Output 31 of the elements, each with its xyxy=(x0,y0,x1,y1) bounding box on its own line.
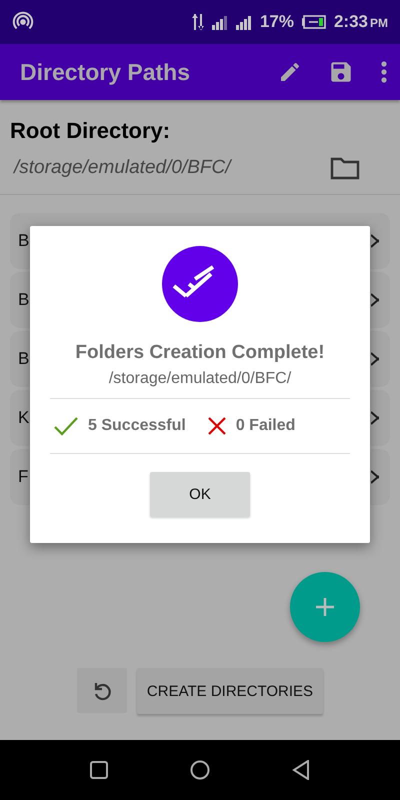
signal-icon xyxy=(212,14,228,30)
data-transfer-icon xyxy=(192,14,204,30)
root-directory-path: /storage/emulated/0/BFC/ xyxy=(14,157,233,179)
successful-count: 5 Successful xyxy=(88,417,186,435)
ok-button[interactable]: OK xyxy=(150,472,250,517)
double-check-icon xyxy=(162,246,238,322)
failed-count: 0 Failed xyxy=(236,417,296,435)
directory-name: F xyxy=(18,467,28,487)
reset-button[interactable] xyxy=(76,668,127,713)
dialog-title: Folders Creation Complete! xyxy=(75,342,325,364)
battery-charging-icon xyxy=(302,15,326,29)
root-directory-label: Root Directory: xyxy=(10,118,172,144)
plus-icon xyxy=(315,597,335,617)
clock: 2:33 PM xyxy=(334,12,388,32)
folder-icon[interactable] xyxy=(330,155,360,181)
back-icon[interactable] xyxy=(292,760,310,780)
pencil-icon[interactable] xyxy=(278,60,302,84)
create-directories-button[interactable]: CREATE DIRECTORIES xyxy=(136,668,324,714)
directory-name: B xyxy=(18,349,30,369)
cross-icon xyxy=(208,417,226,435)
more-menu-icon[interactable] xyxy=(380,60,388,84)
app-title: Directory Paths xyxy=(20,58,192,86)
dialog-path: /storage/emulated/0/BFC/ xyxy=(108,370,292,388)
signal-icon xyxy=(236,14,252,30)
directory-name: B xyxy=(18,231,30,251)
check-icon xyxy=(54,416,78,436)
directory-name: B xyxy=(18,290,30,310)
home-icon[interactable] xyxy=(190,760,210,780)
battery-percent: 17% xyxy=(260,12,294,32)
directory-name: K xyxy=(18,408,30,428)
recents-icon[interactable] xyxy=(90,761,108,779)
